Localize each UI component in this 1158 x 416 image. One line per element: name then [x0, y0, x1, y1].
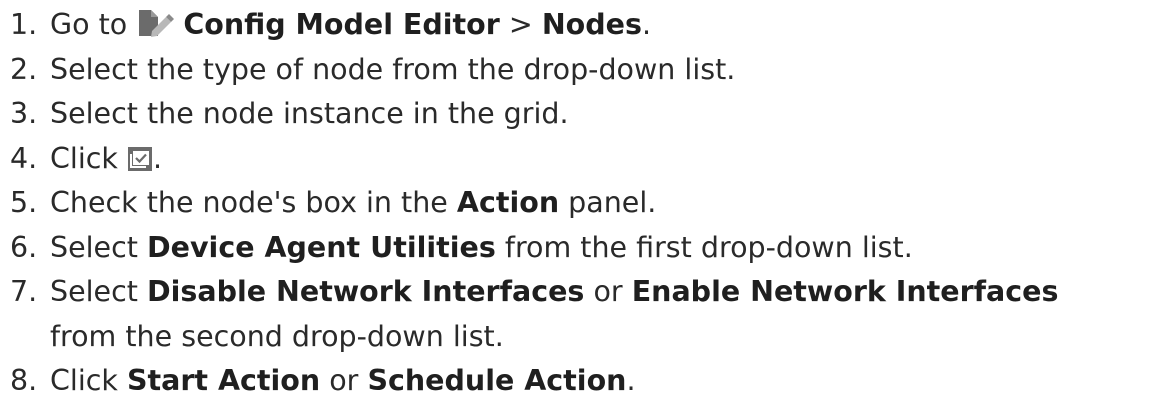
- step-number: 6.: [10, 230, 38, 264]
- step-text: from the first drop-down list.: [495, 230, 913, 264]
- step-number: 1.: [10, 8, 38, 41]
- step-8: 8. Click Start Action or Schedule Action.: [10, 359, 1156, 404]
- step-text: Go to: [50, 8, 137, 41]
- step-7: 7. Select Disable Network Interfaces or E…: [10, 270, 1156, 359]
- step-number: 4.: [10, 141, 38, 175]
- step-number: 5.: [10, 186, 38, 219]
- step-text: or: [320, 364, 368, 397]
- step-1: 1. Go to Config Model Editor > Nodes.: [10, 3, 1156, 48]
- step-number: 7.: [10, 275, 38, 308]
- schedule-action-label: Schedule Action: [367, 364, 627, 397]
- step-text: or: [584, 275, 632, 308]
- step-text: panel.: [559, 186, 657, 219]
- device-agent-utilities-label: Device Agent Utilities: [146, 230, 496, 264]
- step-2: 2. Select the type of node from the drop-…: [10, 48, 1156, 93]
- step-text: Click: [50, 364, 127, 397]
- step-text: .: [641, 8, 652, 41]
- action-label: Action: [456, 186, 560, 219]
- step-number: 3.: [10, 97, 38, 130]
- step-text: Select the node instance in the grid.: [50, 97, 569, 130]
- step-5: 5. Check the node's box in the Action pan…: [10, 181, 1156, 226]
- enable-network-interfaces-label: Enable Network Interfaces: [631, 275, 1059, 308]
- config-model-editor-icon: [136, 8, 175, 38]
- step-text: Select the type of node from the drop-do…: [50, 52, 736, 86]
- step-text-continued: from the second drop-down list.: [50, 319, 504, 353]
- step-text: Click: [50, 141, 127, 175]
- step-number: 8.: [10, 364, 38, 397]
- start-action-label: Start Action: [126, 364, 321, 397]
- step-4: 4. Click .: [10, 137, 1156, 182]
- step-text: .: [152, 141, 163, 175]
- step-number: 2.: [10, 52, 38, 86]
- step-text: Select: [50, 230, 147, 264]
- step-6: 6. Select Device Agent Utilities from the…: [10, 226, 1156, 271]
- step-text: Select: [50, 275, 147, 308]
- config-model-editor-label: Config Model Editor: [183, 8, 500, 41]
- step-text: .: [626, 364, 636, 397]
- step-3: 3. Select the node instance in the grid.: [10, 92, 1156, 137]
- procedure-steps: 1. Go to Config Model Editor > Nodes. 2. S…: [10, 3, 1156, 404]
- select-action-icon: [127, 146, 153, 172]
- step-text: Check the node's box in the: [50, 186, 457, 219]
- disable-network-interfaces-label: Disable Network Interfaces: [146, 275, 585, 308]
- step-text: >: [499, 8, 542, 41]
- nodes-label: Nodes: [541, 8, 642, 41]
